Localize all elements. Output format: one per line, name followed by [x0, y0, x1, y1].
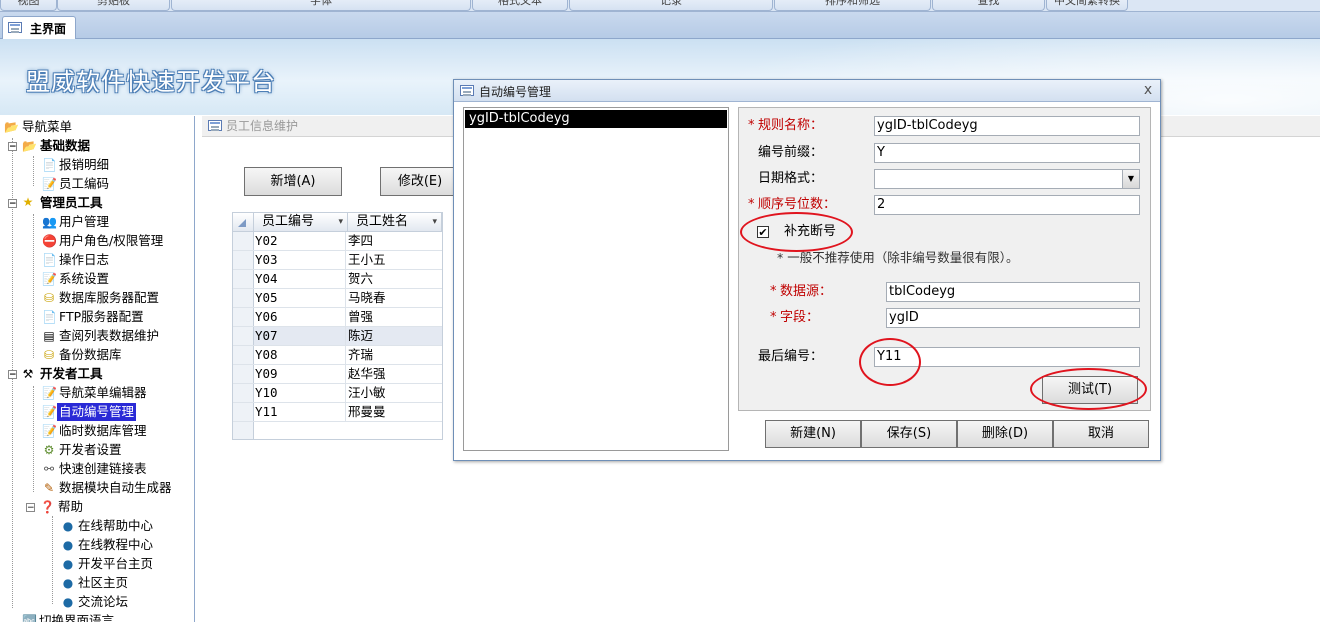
- ribbon-group-view[interactable]: 视图: [0, 0, 57, 11]
- banner-title: 盟威软件快速开发平台: [26, 68, 276, 96]
- required-marker: *: [770, 310, 777, 325]
- edit-form-icon: 📝: [42, 405, 57, 419]
- last-number-label: 最后编号：: [758, 349, 824, 364]
- table-row[interactable]: Y03 王小五: [233, 251, 442, 270]
- table-row[interactable]: Y10 汪小敏: [233, 384, 442, 403]
- globe-icon: ●: [62, 576, 74, 590]
- annotation-circle: [1030, 368, 1147, 410]
- tools-icon: ⚒: [22, 367, 34, 381]
- folder-open-icon: 📂: [22, 139, 37, 153]
- collapse-icon[interactable]: −: [26, 503, 35, 513]
- tab-main[interactable]: 主界面: [2, 16, 76, 40]
- folder-open-icon: 📂: [4, 120, 19, 134]
- required-marker: *: [748, 118, 755, 133]
- globe-icon: ●: [62, 519, 74, 533]
- save-button[interactable]: 保存(S): [861, 420, 957, 448]
- document-tab-strip: [0, 12, 1320, 39]
- ribbon-group-records[interactable]: 记录: [569, 0, 773, 11]
- table-row[interactable]: Y07 陈迈: [233, 327, 442, 346]
- table-row[interactable]: Y06 曾强: [233, 308, 442, 327]
- sort-filter-icon[interactable]: ▾: [338, 213, 343, 231]
- ribbon-group-sort-filter[interactable]: 排序和筛选: [774, 0, 931, 11]
- edit-form-icon: 📝: [42, 177, 57, 191]
- table-icon: ▤: [43, 329, 55, 343]
- delete-button[interactable]: 删除(D): [957, 420, 1053, 448]
- rule-detail-panel: * 规则名称： ygID-tblCodeyg 编号前缀： Y 日期格式： ▼ *…: [738, 107, 1151, 411]
- datasource-label: 数据源：: [780, 284, 833, 299]
- language-icon: 🔤: [22, 614, 37, 622]
- collapse-icon[interactable]: −: [8, 199, 17, 209]
- edit-employee-button[interactable]: 修改(E): [380, 167, 460, 196]
- tab-main-label: 主界面: [30, 22, 67, 36]
- rule-list-item[interactable]: ygID-tblCodeyg: [465, 110, 727, 128]
- date-format-label: 日期格式：: [758, 171, 824, 186]
- dialog-title: 自动编号管理: [479, 85, 552, 99]
- dialog-title-bar[interactable]: 自动编号管理 x: [454, 80, 1160, 102]
- cancel-button[interactable]: 取消: [1053, 420, 1149, 448]
- ribbon-bar: 视图 剪贴板 字体 格式文本 记录 排序和筛选 查找 中文简繁转换: [0, 0, 1320, 12]
- help-icon: ❓: [40, 500, 55, 514]
- edit-form-icon: 📝: [42, 424, 57, 438]
- document-icon: 📄: [42, 253, 57, 267]
- annotation-circle: [740, 212, 853, 252]
- database-icon: ⛁: [43, 348, 55, 362]
- document-icon: 📄: [42, 158, 57, 172]
- ribbon-group-font[interactable]: 字体: [171, 0, 471, 11]
- ribbon-group-clipboard[interactable]: 剪贴板: [57, 0, 170, 11]
- settings-form-icon: 📝: [42, 272, 57, 286]
- ribbon-group-chinese-convert[interactable]: 中文简繁转换: [1046, 0, 1128, 11]
- star-icon: ★: [22, 195, 34, 209]
- users-icon: 👥: [42, 215, 57, 229]
- filter-dropdown-icon[interactable]: ▾: [432, 213, 437, 231]
- link-icon: ⚯: [43, 462, 55, 476]
- globe-icon: ●: [62, 595, 74, 609]
- select-all-cell[interactable]: [233, 213, 254, 232]
- seq-digits-input[interactable]: 2: [874, 195, 1140, 215]
- prefix-label: 编号前缀：: [758, 145, 824, 160]
- edit-form-icon: 📝: [42, 386, 57, 400]
- employee-datasheet[interactable]: 员工编号 ▾ 员工姓名 ▾ Y02 李四 Y03 王小五 Y04 贺六 Y05 马晓春 …: [232, 212, 443, 440]
- database-icon: ⛁: [43, 291, 55, 305]
- collapse-icon[interactable]: −: [8, 370, 17, 380]
- close-icon[interactable]: x: [1140, 81, 1156, 99]
- new-record-row[interactable]: [233, 422, 442, 439]
- table-row[interactable]: Y04 贺六: [233, 270, 442, 289]
- rule-name-input[interactable]: ygID-tblCodeyg: [874, 116, 1140, 136]
- new-rule-button[interactable]: 新建(N): [765, 420, 861, 448]
- datasource-input[interactable]: tblCodeyg: [886, 282, 1140, 302]
- rule-name-label: 规则名称：: [758, 118, 824, 133]
- required-marker: *: [748, 197, 755, 212]
- employee-form-title: 员工信息维护: [226, 119, 299, 133]
- globe-icon: ●: [62, 538, 74, 552]
- chevron-down-icon[interactable]: ▼: [1122, 170, 1139, 188]
- globe-icon: ●: [62, 557, 74, 571]
- column-header-employee-name[interactable]: 员工姓名 ▾: [348, 213, 442, 232]
- no-entry-icon: ⛔: [42, 234, 57, 248]
- navigation-tree[interactable]: 📂 导航菜单 − 📂 基础数据 📄 报销明细 📝 员工编码 − ★ 管理员工具 …: [0, 116, 195, 622]
- gear-icon: ⚙: [43, 443, 55, 457]
- annotation-circle: [859, 338, 921, 386]
- table-row[interactable]: Y02 李四: [233, 232, 442, 251]
- form-icon: [8, 22, 22, 33]
- add-employee-button[interactable]: 新增(A): [244, 167, 342, 196]
- table-row[interactable]: Y09 赵华强: [233, 365, 442, 384]
- required-marker: *: [770, 284, 777, 299]
- magic-wand-icon: ✎: [43, 481, 55, 495]
- ribbon-group-find[interactable]: 查找: [932, 0, 1045, 11]
- form-icon: [208, 120, 222, 131]
- rule-list[interactable]: ygID-tblCodeyg: [463, 107, 729, 451]
- column-header-employee-id[interactable]: 员工编号 ▾: [254, 213, 348, 232]
- table-row[interactable]: Y08 齐瑞: [233, 346, 442, 365]
- prefix-input[interactable]: Y: [874, 143, 1140, 163]
- field-label: 字段：: [780, 310, 820, 325]
- document-icon: 📄: [42, 310, 57, 324]
- collapse-icon[interactable]: −: [8, 142, 17, 152]
- table-row[interactable]: Y05 马晓春: [233, 289, 442, 308]
- form-icon: [460, 85, 474, 96]
- date-format-select[interactable]: ▼: [874, 169, 1140, 189]
- field-input[interactable]: ygID: [886, 308, 1140, 328]
- ribbon-group-rich-text[interactable]: 格式文本: [472, 0, 568, 11]
- table-row[interactable]: Y11 邢曼曼: [233, 403, 442, 422]
